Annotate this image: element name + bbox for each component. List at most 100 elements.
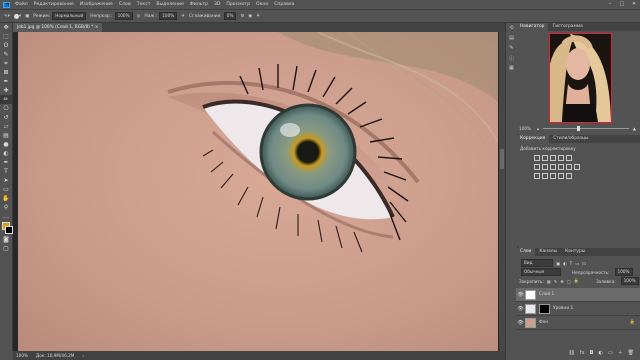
layer-row[interactable]: 👁 Фон 🔒 <box>516 316 640 330</box>
filter-type-icon[interactable]: T <box>570 261 573 266</box>
posterize-icon[interactable] <box>542 173 548 179</box>
tab-navigator[interactable]: Навигатор <box>516 23 549 31</box>
hue-saturation-icon[interactable] <box>534 164 540 170</box>
opacity-input[interactable]: 100% <box>114 12 133 20</box>
scrollbar-thumb[interactable] <box>500 149 504 169</box>
quick-mask-icon[interactable]: ◙ <box>0 235 12 244</box>
new-adjustment-icon[interactable]: ◐ <box>599 350 603 356</box>
visibility-eye-icon[interactable]: 👁 <box>516 292 525 298</box>
layer-style-icon[interactable]: fx <box>580 350 585 356</box>
zoom-tool-icon[interactable]: ⚲ <box>0 203 12 212</box>
tab-paths[interactable]: Контуры <box>561 248 589 256</box>
status-arrow-icon[interactable]: › <box>82 353 84 358</box>
type-tool-icon[interactable]: T <box>0 167 12 176</box>
filter-pixel-icon[interactable]: ▣ <box>556 261 560 266</box>
gradient-tool-icon[interactable]: ▤ <box>0 131 12 140</box>
navigator-zoom-value[interactable]: 100% <box>516 126 531 131</box>
color-lookup-icon[interactable] <box>574 164 580 170</box>
invert-icon[interactable] <box>534 173 540 179</box>
channel-mixer-icon[interactable] <box>566 164 572 170</box>
dodge-tool-icon[interactable]: ◐ <box>0 149 12 158</box>
tab-layers[interactable]: Слои <box>516 248 536 256</box>
layer-row[interactable]: 👁 Слой 1 <box>516 288 640 302</box>
frame-tool-icon[interactable]: ⊠ <box>0 68 12 77</box>
delete-layer-icon[interactable]: 🗑 <box>628 350 634 356</box>
pressure-size-icon[interactable]: ◉ <box>248 14 252 19</box>
maximize-icon[interactable]: □ <box>616 0 628 9</box>
new-layer-icon[interactable]: ＋ <box>618 349 623 356</box>
visibility-eye-icon[interactable]: 👁 <box>516 306 525 312</box>
document-canvas[interactable] <box>18 32 498 351</box>
layer-row[interactable]: 👁 Уровни 1 <box>516 302 640 316</box>
hand-tool-icon[interactable]: ✋ <box>0 194 12 203</box>
curves-icon[interactable] <box>550 155 556 161</box>
marquee-tool-icon[interactable]: ⬚ <box>0 32 12 41</box>
filter-shape-icon[interactable]: ▭ <box>575 261 579 266</box>
threshold-icon[interactable] <box>550 173 556 179</box>
tab-styles[interactable]: Стили/образцы <box>549 135 592 143</box>
shape-tool-icon[interactable]: ▭ <box>0 185 12 194</box>
vibrance-icon[interactable] <box>566 155 572 161</box>
lock-all-icon[interactable]: 🔒 <box>574 278 579 284</box>
fill-input[interactable]: 100% <box>620 277 639 285</box>
eyedropper-tool-icon[interactable]: ✒ <box>0 77 12 86</box>
brush-tool-icon-active[interactable]: ✏ <box>0 95 12 104</box>
menu-help[interactable]: Справка <box>271 2 297 7</box>
menu-image[interactable]: Изображение <box>77 2 116 7</box>
gradient-map-icon[interactable] <box>566 173 572 179</box>
exposure-icon[interactable] <box>558 155 564 161</box>
close-icon[interactable]: ✕ <box>628 0 640 9</box>
menu-edit[interactable]: Редактирование <box>31 2 77 7</box>
link-layers-icon[interactable]: ⛓ <box>568 350 574 356</box>
layer-filter-select[interactable]: Вид <box>521 259 553 267</box>
flow-input[interactable]: 100% <box>159 12 178 20</box>
menu-select[interactable]: Выделение <box>153 2 186 7</box>
quick-select-tool-icon[interactable]: ✎ <box>0 50 12 59</box>
move-tool-icon[interactable]: ✥ <box>0 23 12 32</box>
lock-artboard-icon[interactable]: ▢ <box>567 279 571 284</box>
menu-file[interactable]: Файл <box>12 2 31 7</box>
history-brush-tool-icon[interactable]: ↺ <box>0 113 12 122</box>
lasso-tool-icon[interactable]: ʘ <box>0 41 12 50</box>
path-select-tool-icon[interactable]: ➤ <box>0 176 12 185</box>
selective-color-icon[interactable] <box>558 173 564 179</box>
black-white-icon[interactable] <box>550 164 556 170</box>
eraser-tool-icon[interactable]: ▱ <box>0 122 12 131</box>
more-tools-icon[interactable]: … <box>0 212 12 221</box>
clone-stamp-tool-icon[interactable]: ⎔ <box>0 104 12 113</box>
lock-paint-icon[interactable]: ✎ <box>554 279 558 284</box>
zoom-slider[interactable] <box>543 125 629 131</box>
menu-layers[interactable]: Слои <box>116 2 134 7</box>
brush-settings-icon[interactable]: ▣ <box>25 14 29 19</box>
color-balance-icon[interactable] <box>542 164 548 170</box>
navigator-preview[interactable] <box>549 33 612 123</box>
menu-text[interactable]: Текст <box>134 2 154 7</box>
filter-smart-icon[interactable]: ⊡ <box>582 261 586 266</box>
screen-mode-icon[interactable]: ▢ <box>0 244 12 253</box>
menu-filter[interactable]: Фильтр <box>187 2 211 7</box>
new-group-icon[interactable]: ▭ <box>608 350 613 356</box>
mode-select[interactable]: Нормальный <box>52 12 87 20</box>
tab-channels[interactable]: Каналы <box>535 248 561 256</box>
brush-tool-icon[interactable]: ✎▾ <box>4 14 10 19</box>
minimize-icon[interactable]: – <box>604 0 616 9</box>
visibility-eye-icon[interactable]: 👁 <box>516 320 525 326</box>
menu-view[interactable]: Просмотр <box>223 2 253 7</box>
tab-histogram[interactable]: Гистограмма <box>548 23 586 31</box>
symmetry-icon[interactable]: ⚘ <box>256 14 260 19</box>
lock-move-icon[interactable]: ✥ <box>560 279 564 284</box>
brightness-contrast-icon[interactable] <box>534 155 540 161</box>
crop-tool-icon[interactable]: ⌗ <box>0 59 12 68</box>
pen-tool-icon[interactable]: ✒ <box>0 158 12 167</box>
filter-adjust-icon[interactable]: ◐ <box>563 261 567 266</box>
blend-mode-select[interactable]: Обычные <box>521 268 561 276</box>
brush-size-picker[interactable]: ▾ <box>13 13 21 19</box>
zoom-out-icon[interactable]: ▴ <box>537 126 539 131</box>
healing-brush-tool-icon[interactable]: ✚ <box>0 86 12 95</box>
status-zoom[interactable]: 100% <box>16 353 28 358</box>
pressure-opacity-icon[interactable]: ◎ <box>137 14 141 19</box>
document-tab[interactable]: Jeb1.jpg @ 100% (Слой 1, RGB/8) * × <box>13 23 103 32</box>
smoothing-options-icon[interactable]: ⚙ <box>240 14 244 19</box>
add-mask-icon[interactable]: ◘ <box>590 350 594 356</box>
zoom-in-icon[interactable]: ▲ <box>633 126 636 131</box>
